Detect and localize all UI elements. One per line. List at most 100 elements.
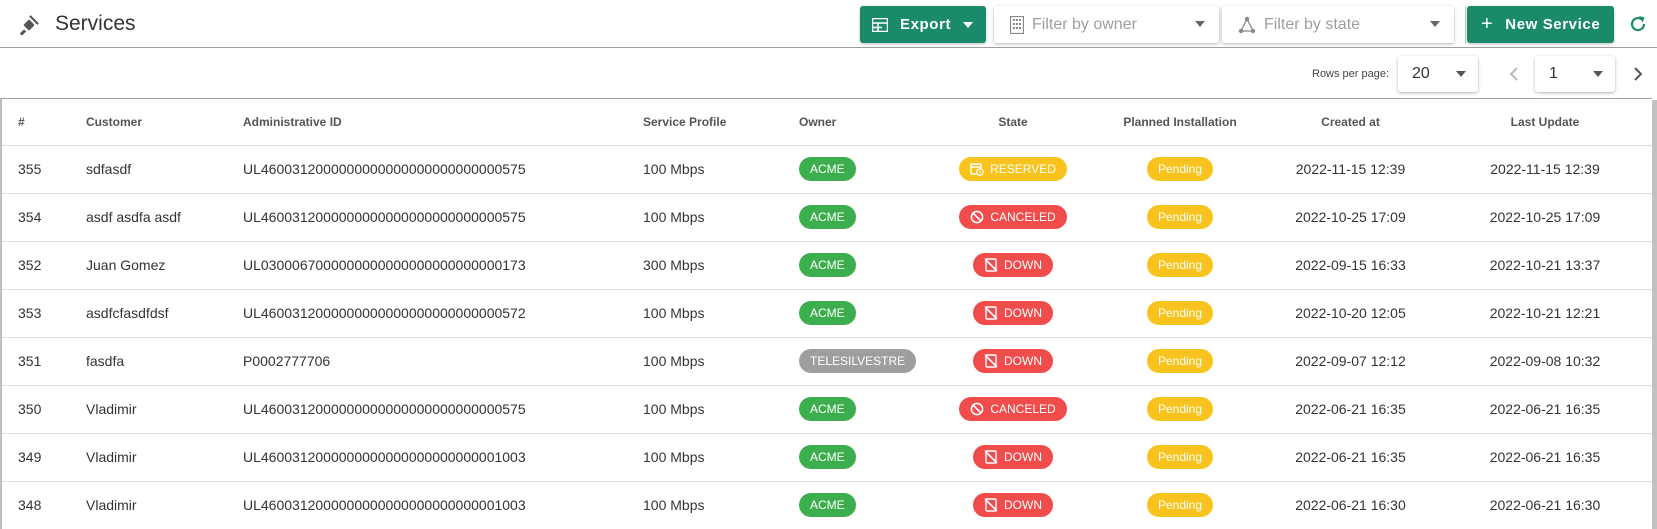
column-header-last-update[interactable]: Last Update xyxy=(1438,99,1652,146)
cell-owner: ACME xyxy=(799,481,929,529)
column-header-created-at[interactable]: Created at xyxy=(1263,99,1438,146)
state-chip: CANCELED xyxy=(959,397,1067,421)
cell-last-update: 2022-10-21 12:21 xyxy=(1438,289,1652,338)
cell-created-at: 2022-06-21 16:30 xyxy=(1263,481,1438,529)
cell-customer: Juan Gomez xyxy=(86,241,243,290)
table-row[interactable]: 352 Juan Gomez UL0300067000000000000000000… xyxy=(2,241,1652,290)
cell-owner: ACME xyxy=(799,433,929,482)
state-label: CANCELED xyxy=(990,402,1056,416)
signal-off-icon xyxy=(984,498,998,512)
cell-last-update: 2022-06-21 16:30 xyxy=(1438,481,1652,529)
table-row[interactable]: 353 asdfcfasdfdsf UL4600312000000000000000… xyxy=(2,289,1652,338)
dropdown-arrow-icon xyxy=(1593,71,1603,77)
cell-created-at: 2022-06-21 16:35 xyxy=(1263,385,1438,434)
state-chip: DOWN xyxy=(973,301,1053,325)
new-service-button[interactable]: + New Service xyxy=(1467,6,1614,43)
table-row[interactable]: 350 Vladimir UL460031200000000000000000000… xyxy=(2,385,1652,434)
cell-admin-id: UL4600312000000000000000000000001003 xyxy=(243,433,643,482)
cell-id: 348 xyxy=(2,481,86,529)
cell-owner: ACME xyxy=(799,241,929,290)
chevron-left-icon[interactable] xyxy=(1502,62,1526,86)
column-header-admin-id[interactable]: Administrative ID xyxy=(243,99,643,146)
state-filter-placeholder: Filter by state xyxy=(1264,15,1361,33)
plug-icon xyxy=(19,15,39,36)
cell-last-update: 2022-09-08 10:32 xyxy=(1438,337,1652,386)
owner-chip: ACME xyxy=(799,157,856,181)
column-header-customer[interactable]: Customer xyxy=(86,99,243,146)
table-row[interactable]: 348 Vladimir UL460031200000000000000000000… xyxy=(2,481,1652,529)
cell-admin-id: UL4600312000000000000000000000000575 xyxy=(243,145,643,194)
state-chip: DOWN xyxy=(973,493,1053,517)
cell-customer: asdfcfasdfdsf xyxy=(86,289,243,338)
chevron-right-icon[interactable] xyxy=(1626,62,1650,86)
signal-off-icon xyxy=(984,450,998,464)
state-label: DOWN xyxy=(1004,450,1042,464)
table-header-row: # Customer Administrative ID Service Pro… xyxy=(2,99,1652,146)
new-service-label: New Service xyxy=(1505,16,1601,33)
owner-chip: ACME xyxy=(799,397,856,421)
table-row[interactable]: 355 sdfasdf UL4600312000000000000000000000… xyxy=(2,145,1652,194)
cell-state: CANCELED xyxy=(929,193,1097,242)
cell-last-update: 2022-10-25 17:09 xyxy=(1438,193,1652,242)
signal-off-icon xyxy=(984,354,998,368)
state-label: DOWN xyxy=(1004,354,1042,368)
table-row[interactable]: 354 asdf asdfa asdf UL46003120000000000000… xyxy=(2,193,1652,242)
state-chip: DOWN xyxy=(973,349,1053,373)
export-button[interactable]: Export xyxy=(860,6,986,43)
cell-admin-id: UL4600312000000000000000000000000572 xyxy=(243,289,643,338)
cell-owner: ACME xyxy=(799,289,929,338)
owner-filter-placeholder: Filter by owner xyxy=(1032,15,1137,33)
building-icon xyxy=(1010,15,1024,34)
cell-id: 355 xyxy=(2,145,86,194)
cell-customer: Vladimir xyxy=(86,433,243,482)
cell-created-at: 2022-10-25 17:09 xyxy=(1263,193,1438,242)
cell-planned-installation: Pending xyxy=(1097,385,1263,434)
cell-created-at: 2022-09-15 16:33 xyxy=(1263,241,1438,290)
calendar-clock-icon xyxy=(970,163,984,176)
graph-nodes-icon xyxy=(1238,16,1256,33)
cell-service-profile: 100 Mbps xyxy=(643,337,799,386)
cell-planned-installation: Pending xyxy=(1097,289,1263,338)
cell-service-profile: 100 Mbps xyxy=(643,433,799,482)
column-header-id[interactable]: # xyxy=(2,99,86,146)
page-title: Services xyxy=(55,12,136,35)
cell-id: 352 xyxy=(2,241,86,290)
column-header-planned-installation[interactable]: Planned Installation xyxy=(1097,99,1263,146)
owner-chip: ACME xyxy=(799,301,856,325)
caret-down-icon xyxy=(963,21,974,28)
refresh-icon[interactable] xyxy=(1628,14,1648,34)
cell-last-update: 2022-06-21 16:35 xyxy=(1438,385,1652,434)
vertical-scrollbar[interactable] xyxy=(1652,100,1657,529)
dropdown-arrow-icon xyxy=(1195,21,1205,27)
state-chip: DOWN xyxy=(973,445,1053,469)
table-row[interactable]: 349 Vladimir UL460031200000000000000000000… xyxy=(2,433,1652,482)
pending-chip: Pending xyxy=(1146,301,1214,325)
pending-chip: Pending xyxy=(1146,493,1214,517)
cell-service-profile: 100 Mbps xyxy=(643,145,799,194)
cell-planned-installation: Pending xyxy=(1097,145,1263,194)
cell-state: DOWN xyxy=(929,289,1097,338)
cell-planned-installation: Pending xyxy=(1097,433,1263,482)
cell-service-profile: 300 Mbps xyxy=(643,241,799,290)
page-select[interactable]: 1 xyxy=(1535,56,1615,92)
column-header-state[interactable]: State xyxy=(929,99,1097,146)
column-header-owner[interactable]: Owner xyxy=(799,99,929,146)
scrollbar-thumb[interactable] xyxy=(1652,100,1657,529)
cell-planned-installation: Pending xyxy=(1097,193,1263,242)
rows-per-page-select[interactable]: 20 xyxy=(1398,56,1478,92)
cell-service-profile: 100 Mbps xyxy=(643,289,799,338)
cell-state: CANCELED xyxy=(929,385,1097,434)
owner-filter-select[interactable]: Filter by owner xyxy=(994,6,1219,43)
column-header-service-profile[interactable]: Service Profile xyxy=(643,99,799,146)
cell-state: DOWN xyxy=(929,433,1097,482)
state-chip: CANCELED xyxy=(959,205,1067,229)
cell-admin-id: UL0300067000000000000000000000000173 xyxy=(243,241,643,290)
state-label: DOWN xyxy=(1004,258,1042,272)
state-filter-select[interactable]: Filter by state xyxy=(1222,6,1454,43)
cell-customer: Vladimir xyxy=(86,481,243,529)
table-row[interactable]: 351 fasdfa P0002777706 100 Mbps TELESILVESTR… xyxy=(2,337,1652,386)
cell-planned-installation: Pending xyxy=(1097,241,1263,290)
cell-id: 353 xyxy=(2,289,86,338)
cell-service-profile: 100 Mbps xyxy=(643,193,799,242)
cell-customer: fasdfa xyxy=(86,337,243,386)
